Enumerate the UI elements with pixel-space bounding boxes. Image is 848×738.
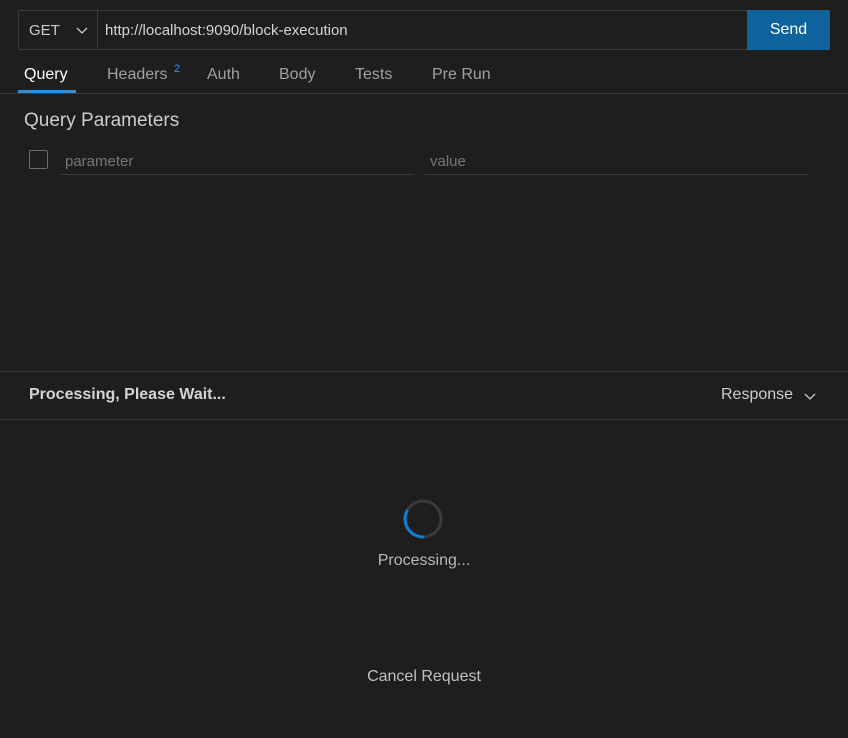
response-status-text: Processing, Please Wait... [29, 386, 226, 403]
loading-text: Processing... [377, 552, 471, 569]
response-header-divider [0, 419, 848, 420]
tab-pre-run[interactable]: Pre Run [432, 66, 491, 84]
tab-headers[interactable]: Headers [107, 66, 167, 84]
param-name-input[interactable] [60, 145, 413, 175]
tab-query[interactable]: Query [24, 66, 68, 84]
chevron-down-icon [76, 27, 88, 34]
spinner-icon [403, 499, 443, 539]
active-tab-indicator [18, 90, 76, 93]
request-bar: GET Send [18, 10, 830, 50]
chevron-down-icon[interactable] [803, 389, 817, 403]
param-enable-checkbox[interactable] [29, 150, 48, 169]
send-button[interactable]: Send [747, 10, 830, 50]
query-parameters-title: Query Parameters [24, 110, 180, 131]
section-divider [0, 371, 848, 372]
tab-tests[interactable]: Tests [355, 66, 392, 84]
method-select[interactable]: GET [19, 11, 98, 49]
response-view-select[interactable]: Response [721, 386, 793, 404]
url-input[interactable] [98, 11, 747, 49]
cancel-request-button[interactable]: Cancel Request [0, 668, 848, 686]
param-value-input[interactable] [425, 145, 809, 175]
request-tabs: Query Headers 2 Auth Body Tests Pre Run [0, 56, 848, 94]
tab-auth[interactable]: Auth [207, 66, 240, 84]
tab-body[interactable]: Body [279, 66, 315, 84]
headers-count-badge: 2 [174, 63, 181, 75]
method-label: GET [29, 21, 60, 39]
